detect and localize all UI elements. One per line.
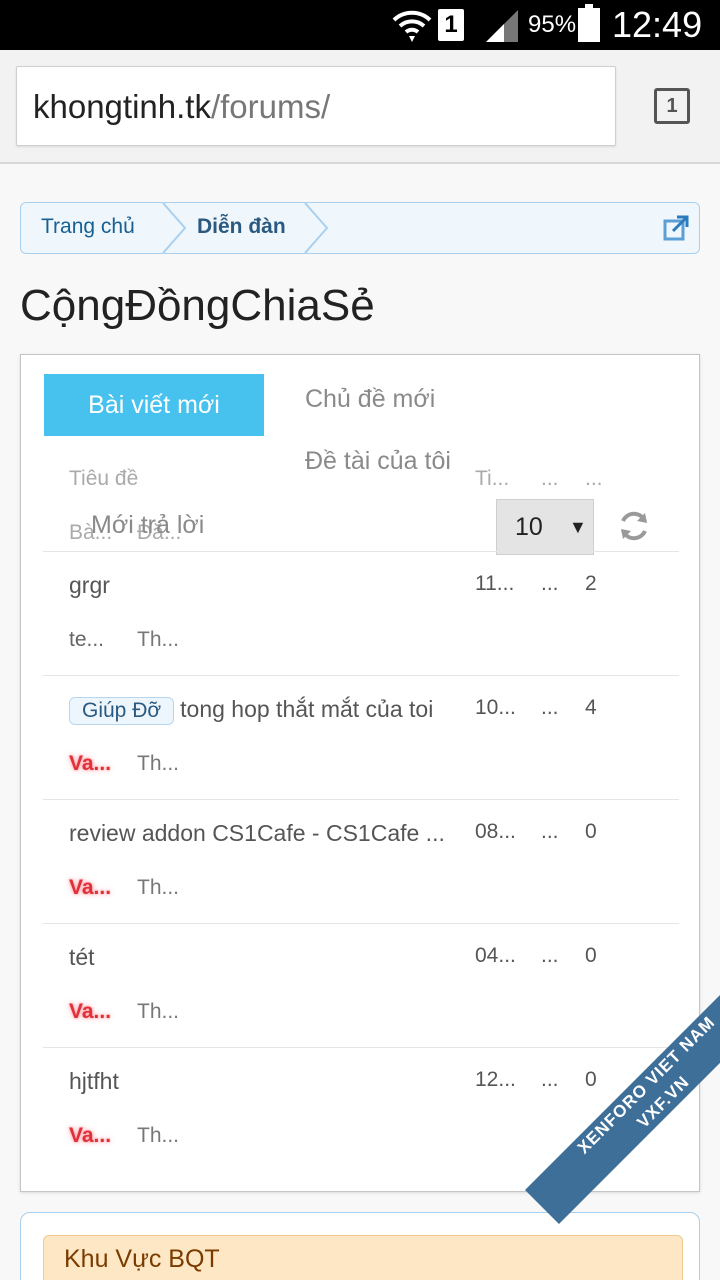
thread-forum[interactable]: Th... bbox=[137, 1124, 179, 1148]
thread-prefix-badge[interactable]: Giúp Đỡ bbox=[69, 697, 175, 725]
sim-badge: 1 bbox=[438, 9, 464, 41]
chevron-down-icon: ▼ bbox=[569, 517, 587, 537]
tab-switcher-button[interactable]: 1 bbox=[654, 88, 690, 124]
tab-my-threads[interactable]: Đề tài của tôi bbox=[305, 447, 451, 476]
thread-reply-count: 0 bbox=[585, 944, 597, 967]
forum-category: Khu Vực BQT bbox=[20, 1212, 700, 1280]
breadcrumb-home[interactable]: Trang chủ bbox=[41, 203, 135, 253]
thread-time: 10... bbox=[475, 696, 516, 719]
thread-author[interactable]: te... bbox=[69, 628, 104, 652]
thread-views: ... bbox=[541, 1068, 559, 1091]
status-bar: 1 95% 12:49 bbox=[0, 0, 720, 50]
thread-author[interactable]: Va... bbox=[69, 752, 111, 776]
battery-percent: 95% bbox=[528, 11, 577, 38]
thread-time: 12... bbox=[475, 1068, 516, 1091]
thread-views: ... bbox=[541, 944, 559, 967]
thread-title[interactable]: tét bbox=[69, 944, 95, 971]
breadcrumb: Trang chủ Diễn đàn bbox=[20, 202, 700, 254]
thread-reply-count: 4 bbox=[585, 696, 597, 719]
signal-icon bbox=[486, 10, 518, 42]
thread-author[interactable]: Va... bbox=[69, 876, 111, 900]
column-header-replies: ... bbox=[585, 467, 603, 490]
breadcrumb-separator-icon bbox=[304, 203, 329, 253]
url-bar[interactable]: khongtinh.tk/forums/ bbox=[16, 66, 616, 146]
thread-reply-count: 2 bbox=[585, 572, 597, 595]
url-path: /forums/ bbox=[210, 88, 331, 125]
tab-new-posts[interactable]: Bài viết mới bbox=[44, 374, 264, 436]
breadcrumb-separator-icon bbox=[162, 203, 187, 253]
thread-forum[interactable]: Th... bbox=[137, 876, 179, 900]
category-title[interactable]: Khu Vực BQT bbox=[43, 1235, 683, 1280]
thread-row[interactable]: grgr 11... ... 2 te... Th... bbox=[43, 551, 679, 675]
thread-views: ... bbox=[541, 572, 559, 595]
thread-time: 11... bbox=[475, 572, 515, 595]
url-host: khongtinh.tk bbox=[33, 88, 211, 125]
battery-icon bbox=[578, 4, 600, 42]
browser-toolbar: khongtinh.tk/forums/ 1 bbox=[0, 50, 720, 164]
thread-forum[interactable]: Th... bbox=[137, 1000, 179, 1024]
thread-title[interactable]: hjtfht bbox=[69, 1068, 119, 1095]
thread-title[interactable]: grgr bbox=[69, 572, 110, 599]
thread-views: ... bbox=[541, 820, 559, 843]
limit-select[interactable]: 10 ▼ bbox=[496, 499, 594, 555]
reload-icon[interactable] bbox=[617, 509, 651, 543]
column-header-time: Ti... bbox=[475, 467, 510, 490]
thread-time: 04... bbox=[475, 944, 516, 967]
thread-row[interactable]: tét 04... ... 0 Va... Th... bbox=[43, 923, 679, 1047]
wifi-icon bbox=[392, 10, 432, 42]
column-header-title: Tiêu đề bbox=[69, 467, 139, 490]
thread-row[interactable]: Giúp Đỡ tong hop thắt mắt của toi 10... .… bbox=[43, 675, 679, 799]
tab-new-replies[interactable]: Mới trả lời bbox=[91, 511, 204, 540]
thread-author[interactable]: Va... bbox=[69, 1000, 111, 1024]
thread-forum[interactable]: Th... bbox=[137, 628, 179, 652]
thread-forum[interactable]: Th... bbox=[137, 752, 179, 776]
clock: 12:49 bbox=[612, 4, 703, 45]
new-posts-widget: Bài viết mới Chủ đề mới Đề tài của tôi T… bbox=[20, 354, 700, 1192]
thread-title[interactable]: review addon CS1Cafe - CS1Cafe ... bbox=[69, 820, 445, 847]
breadcrumb-current[interactable]: Diễn đàn bbox=[197, 203, 286, 253]
column-header-views: ... bbox=[541, 467, 559, 490]
limit-select-value: 10 bbox=[515, 513, 543, 541]
thread-author[interactable]: Va... bbox=[69, 1124, 111, 1148]
page-title: CộngĐồngChiaSẻ bbox=[20, 281, 375, 330]
jump-menu-icon[interactable] bbox=[663, 215, 689, 241]
thread-reply-count: 0 bbox=[585, 1068, 597, 1091]
thread-views: ... bbox=[541, 696, 559, 719]
thread-reply-count: 0 bbox=[585, 820, 597, 843]
thread-time: 08... bbox=[475, 820, 516, 843]
thread-row[interactable]: review addon CS1Cafe - CS1Cafe ... 08...… bbox=[43, 799, 679, 923]
thread-title[interactable]: Giúp Đỡ tong hop thắt mắt của toi bbox=[69, 696, 433, 725]
tab-new-threads[interactable]: Chủ đề mới bbox=[305, 385, 435, 414]
